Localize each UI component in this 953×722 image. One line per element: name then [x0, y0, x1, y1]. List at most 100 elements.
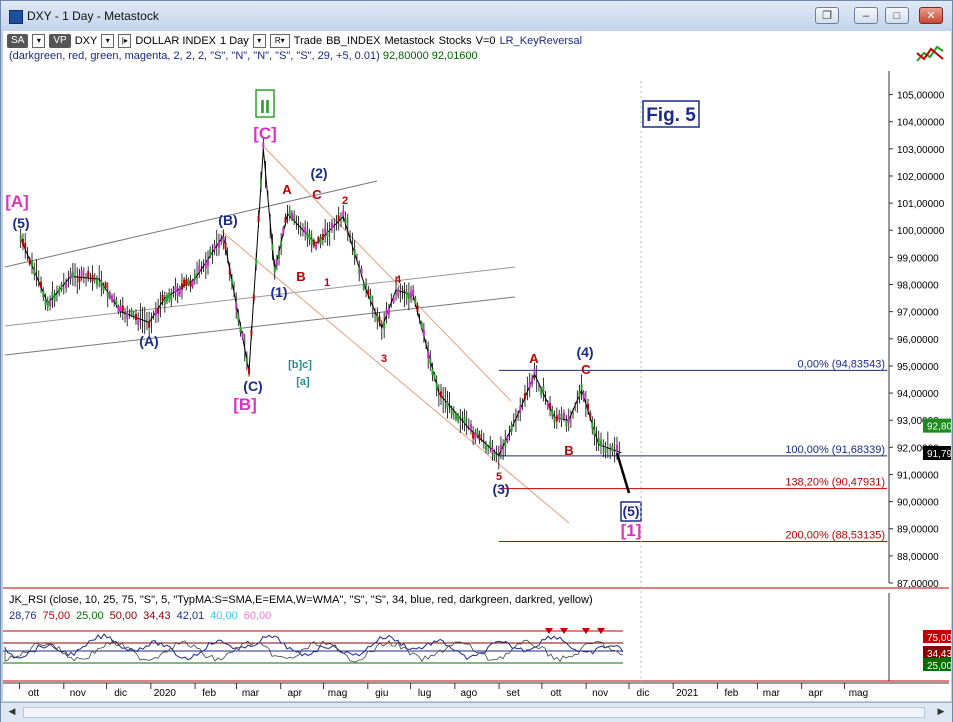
candle-body — [469, 424, 472, 431]
wave-label: [B] — [233, 395, 257, 414]
candle-body — [407, 293, 410, 300]
candle-body — [580, 384, 583, 391]
price-axis: 105,00000 104,00000 103,00000 102,00000 101,… — [888, 71, 951, 590]
candle-body — [206, 259, 209, 266]
wave-label: B — [296, 269, 305, 284]
candle-body — [582, 392, 585, 399]
candle-body — [49, 299, 52, 306]
rsi-value: 50,00 — [109, 610, 138, 622]
candle-body — [435, 383, 438, 390]
price-tick-label: 99,00000 — [897, 253, 939, 264]
candle-body — [19, 235, 22, 242]
time-tick-label: giu — [375, 688, 388, 699]
scroll-right-icon[interactable]: ▶ — [934, 705, 948, 718]
candle-body — [241, 332, 244, 339]
wave-label: C — [581, 362, 591, 377]
scroll-left-icon[interactable]: ◀ — [5, 705, 19, 718]
candle-body — [463, 417, 466, 424]
wave-label: [a] — [296, 376, 310, 388]
candle-body — [134, 314, 137, 321]
candle-body — [493, 451, 496, 458]
candle-body — [427, 352, 430, 359]
candle-body — [100, 280, 103, 287]
candle-body — [472, 432, 475, 439]
fig-label: Fig. 5 — [646, 105, 696, 126]
candle-body — [367, 289, 370, 296]
candle-body — [431, 368, 434, 375]
time-tick-label: 2020 — [154, 688, 177, 699]
candle-body — [30, 260, 33, 267]
candle-body — [540, 389, 543, 396]
candle-body — [306, 231, 309, 238]
price-tick-label: 91,00000 — [897, 470, 939, 481]
candle-body — [369, 294, 372, 301]
candle-body — [353, 249, 356, 256]
candle-body — [280, 240, 283, 247]
wave-label: B — [564, 443, 573, 458]
candle-body — [198, 265, 201, 272]
channel-lines — [4, 147, 570, 524]
chart-area[interactable]: SA ▾ VP DXY ▾ |▸ DOLLAR INDEX 1 Day ▾ R▾… — [3, 31, 951, 701]
candle-body — [604, 447, 607, 454]
time-tick-label: ago — [460, 688, 477, 699]
wave-label: 3 — [381, 353, 387, 365]
rsi-line — [4, 633, 624, 661]
candle-body — [484, 443, 487, 450]
horizontal-scrollbar[interactable] — [23, 707, 925, 718]
candle-body — [591, 422, 594, 429]
candle-body — [405, 291, 408, 298]
candle-body — [275, 259, 278, 266]
candle-body — [284, 216, 287, 223]
candle-body — [51, 291, 54, 298]
candle-body — [446, 401, 449, 408]
candle-body — [416, 305, 419, 312]
price-tick-label: 98,00000 — [897, 281, 939, 292]
app-icon — [9, 10, 23, 24]
minimize-button[interactable]: – — [854, 7, 878, 24]
wave-label: 4 — [395, 274, 402, 286]
restore-down-icon[interactable]: ❐ — [815, 7, 839, 24]
time-tick-label: ott — [28, 688, 39, 699]
maximize-button[interactable]: □ — [885, 7, 909, 24]
candle-body — [450, 409, 453, 416]
candle-body — [104, 282, 107, 289]
wave-label: [C] — [253, 124, 277, 143]
candle-body — [587, 403, 590, 410]
candle-body — [165, 295, 168, 302]
candle-body — [58, 288, 61, 295]
close-button[interactable]: ✕ — [919, 7, 943, 24]
candle-body — [553, 416, 556, 423]
projection-arrow — [615, 452, 631, 494]
time-tick-label: ott — [550, 688, 561, 699]
candle-body — [189, 280, 192, 287]
candle-body — [154, 309, 157, 316]
price-badge-label: 92,80000 — [927, 422, 951, 433]
price-tick-label: 97,00000 — [897, 308, 939, 319]
candle-body — [204, 262, 207, 269]
candle-body — [542, 386, 545, 393]
candle-body — [117, 306, 120, 313]
price-tick-label: 89,00000 — [897, 525, 939, 536]
wave-label: (3) — [492, 481, 509, 497]
candle-body — [562, 412, 565, 419]
rsi-value: 60,00 — [243, 610, 272, 622]
candle-body — [385, 309, 388, 316]
wave-label: (A) — [139, 333, 158, 349]
candle-body — [321, 234, 324, 241]
candle-body — [491, 447, 494, 454]
wave-label: [1] — [621, 521, 642, 540]
candle-body — [46, 300, 49, 307]
time-tick-label: dic — [637, 688, 650, 699]
candle-body — [358, 267, 361, 274]
candle-body — [330, 222, 333, 229]
candle-body — [213, 244, 216, 251]
candle-body — [546, 402, 549, 409]
wave-label: (C) — [243, 378, 262, 394]
candle-body — [412, 289, 415, 296]
wave-label: A — [529, 351, 539, 366]
candle-body — [237, 314, 240, 321]
candle-body — [611, 446, 614, 453]
candle-body — [33, 268, 36, 275]
title-bar[interactable]: DXY - 1 Day - Metastock ❐ – □ ✕ — [1, 1, 952, 31]
candle-body — [523, 392, 526, 399]
